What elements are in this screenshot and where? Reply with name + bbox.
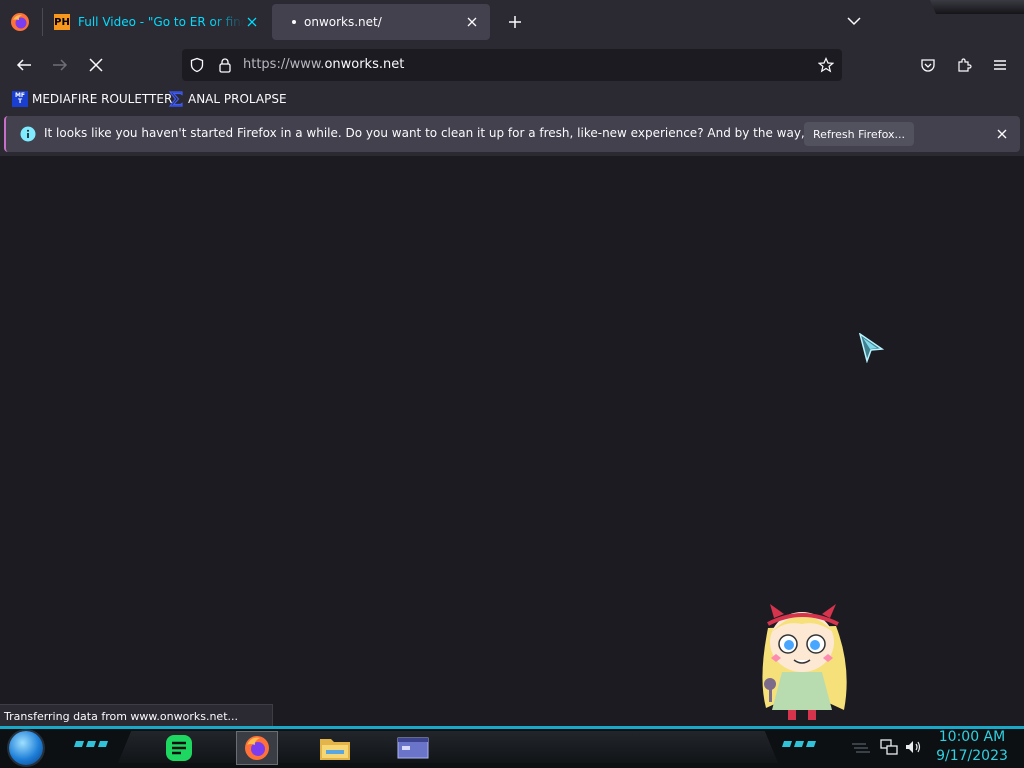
desktop-mascot-character <box>762 604 847 720</box>
loading-dot-icon <box>292 20 296 24</box>
tab-onworks[interactable]: onworks.net/ <box>272 4 490 40</box>
taskbar-window-app[interactable] <box>392 731 434 765</box>
taskbar-apps-plate <box>118 731 778 763</box>
url-domain: onworks.net <box>324 57 405 72</box>
taskbar <box>0 726 1024 768</box>
clock-time: 10:00 AM <box>938 729 1006 745</box>
notification-area: It looks like you haven't started Firefo… <box>0 112 1024 156</box>
window-app-icon <box>397 737 429 759</box>
bookmark-mediafire-rouletter[interactable]: MF T MEDIAFIRE ROULETTER <box>12 90 172 108</box>
refresh-firefox-notification: It looks like you haven't started Firefo… <box>4 116 1020 152</box>
hamburger-menu-icon <box>994 60 1006 70</box>
firefox-icon <box>245 736 269 760</box>
back-button[interactable] <box>14 55 34 75</box>
pocket-button[interactable] <box>918 55 938 75</box>
taskbar-notes-app[interactable] <box>158 731 200 765</box>
network-icon[interactable] <box>880 738 898 756</box>
firefox-menu-icon[interactable] <box>10 12 30 32</box>
url-bar[interactable]: https://www.onworks.net <box>182 49 842 81</box>
info-icon <box>20 126 36 142</box>
notes-app-icon <box>166 735 192 761</box>
new-tab-plus-icon[interactable] <box>505 12 525 32</box>
clock-date: 9/17/2023 <box>936 748 1008 764</box>
back-arrow-icon <box>16 59 31 71</box>
bookmark-star-icon[interactable] <box>818 57 834 73</box>
mouse-cursor-icon <box>858 333 884 363</box>
tab-title: Full Video - "Go to ER or find so <box>78 15 244 29</box>
puzzle-piece-icon <box>958 58 972 72</box>
url-scheme: https://www. <box>243 57 325 72</box>
bookmark-label: ANAL PROLAPSE <box>188 92 287 106</box>
show-hidden-icons-icon[interactable] <box>850 738 870 756</box>
url-text[interactable]: https://www.onworks.net <box>243 57 404 72</box>
refresh-firefox-button[interactable]: Refresh Firefox... <box>804 122 914 146</box>
close-tab-icon[interactable] <box>244 14 260 30</box>
status-panel: Transferring data from www.onworks.net..… <box>0 704 274 728</box>
window-decoration <box>930 0 1024 14</box>
tab-title: onworks.net/ <box>304 15 382 29</box>
page-content[interactable] <box>0 156 1024 726</box>
padlock-icon[interactable] <box>217 57 233 73</box>
close-tab-icon[interactable] <box>464 14 480 30</box>
taskbar-decoration-chevrons-icon <box>782 741 816 747</box>
pornhub-favicon-icon: PH <box>54 14 70 30</box>
forward-arrow-icon <box>53 59 68 71</box>
system-clock[interactable]: 10:00 AM 9/17/2023 <box>930 728 1014 766</box>
extensions-button[interactable] <box>954 55 974 75</box>
start-orb-button[interactable] <box>9 731 43 765</box>
notification-message: It looks like you haven't started Firefo… <box>44 126 900 140</box>
taskbar-decoration-chevrons-icon <box>74 741 108 747</box>
forward-button[interactable] <box>50 55 70 75</box>
tab-strip: PH Full Video - "Go to ER or find so onw… <box>0 0 1024 44</box>
tracking-protection-shield-icon[interactable] <box>189 57 205 73</box>
close-icon[interactable] <box>994 126 1010 142</box>
status-text: Transferring data from www.onworks.net..… <box>4 709 239 723</box>
taskbar-accent-line <box>0 726 1024 729</box>
bookmark-anal-prolapse[interactable]: ANAL PROLAPSE <box>168 90 287 108</box>
bookmark-label: MEDIAFIRE ROULETTER <box>32 92 173 106</box>
sigma-icon <box>168 91 183 107</box>
tab-full-video[interactable]: PH Full Video - "Go to ER or find so <box>44 4 270 40</box>
stop-loading-button[interactable] <box>86 55 106 75</box>
bookmarks-toolbar: MF T MEDIAFIRE ROULETTER ANAL PROLAPSE <box>0 86 1024 112</box>
navigation-toolbar: https://www.onworks.net <box>0 44 1024 86</box>
pocket-icon <box>921 59 935 72</box>
volume-icon[interactable] <box>904 738 922 756</box>
mediafire-bookmark-icon: MF T <box>12 91 28 107</box>
app-menu-button[interactable] <box>990 55 1010 75</box>
list-all-tabs-chevron-icon[interactable] <box>845 12 863 30</box>
taskbar-firefox-app[interactable] <box>236 731 278 765</box>
file-explorer-icon <box>320 739 350 760</box>
taskbar-file-explorer[interactable] <box>314 731 356 765</box>
stop-x-icon <box>89 58 103 72</box>
tab-separator <box>42 8 43 36</box>
